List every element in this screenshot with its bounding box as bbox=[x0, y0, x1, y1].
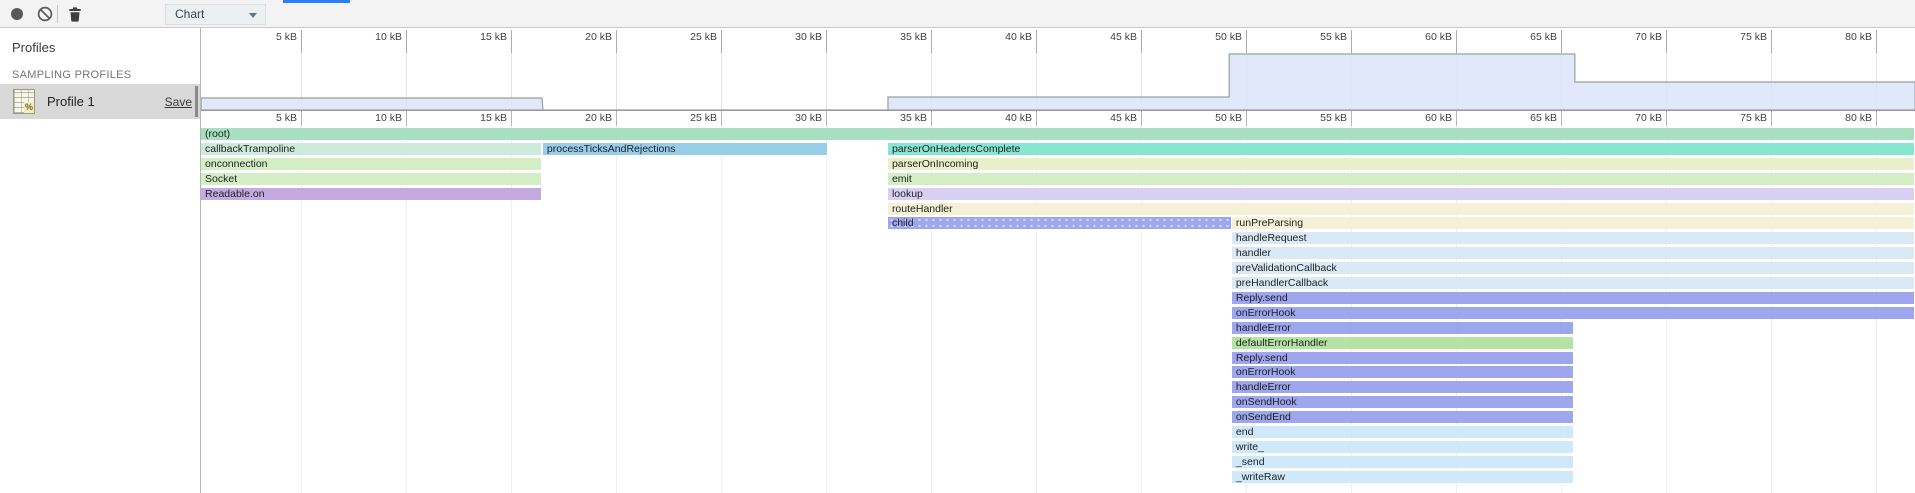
toolbar: Chart bbox=[0, 0, 1915, 28]
ruler2-tick-line bbox=[1666, 110, 1667, 126]
flame-frame-prehandlercallback[interactable]: preHandlerCallback bbox=[1232, 277, 1914, 289]
flame-chart-pane: 5 kB5 kB10 kB10 kB15 kB15 kB20 kB20 kB25… bbox=[0, 0, 1915, 493]
ruler2-tick-line bbox=[1771, 110, 1772, 126]
flame-frame-emit[interactable]: emit bbox=[888, 173, 1914, 185]
ruler2-tick-label: 10 kB bbox=[324, 112, 402, 125]
save-link[interactable]: Save bbox=[165, 95, 192, 109]
ruler2-tick-label: 60 kB bbox=[1374, 112, 1452, 125]
block-icon bbox=[36, 5, 54, 23]
profiles-heading: Profiles bbox=[12, 40, 55, 55]
flame-frame-write[interactable]: write_ bbox=[1232, 441, 1573, 453]
flame-frame-socket[interactable]: Socket bbox=[201, 173, 541, 185]
ruler2-tick-line bbox=[826, 110, 827, 126]
ruler2-tick-line bbox=[616, 110, 617, 126]
sidebar: Profiles SAMPLING PROFILES % Profile 1 S… bbox=[0, 28, 201, 493]
flame-frame-onsendend[interactable]: onSendEnd bbox=[1232, 411, 1573, 423]
ruler2-tick-label: 25 kB bbox=[639, 112, 717, 125]
ruler2-tick-label: 35 kB bbox=[849, 112, 927, 125]
ruler2-tick-line bbox=[301, 110, 302, 126]
delete-profile-button[interactable] bbox=[64, 3, 86, 25]
ruler2-tick-label: 70 kB bbox=[1584, 112, 1662, 125]
flame-frame-writeraw[interactable]: _writeRaw bbox=[1232, 471, 1573, 483]
flame-frame-send[interactable]: _send bbox=[1232, 456, 1573, 468]
ruler2-tick-line bbox=[1246, 110, 1247, 126]
ruler2-tick-line bbox=[406, 110, 407, 126]
ruler2-tick-line bbox=[1561, 110, 1562, 126]
overview-range-selector[interactable] bbox=[201, 28, 1915, 110]
ruler2-tick-label: 75 kB bbox=[1689, 112, 1767, 125]
trash-icon bbox=[66, 5, 84, 23]
ruler2-tick-label: 50 kB bbox=[1164, 112, 1242, 125]
flame-frame-handlerequest[interactable]: handleRequest bbox=[1232, 232, 1914, 244]
overview-bottom-border bbox=[201, 110, 1915, 111]
flame-frame-readable-on[interactable]: Readable.on bbox=[201, 188, 541, 200]
sampling-profiles-section-label: SAMPLING PROFILES bbox=[12, 69, 131, 81]
flame-frame-end[interactable]: end bbox=[1232, 426, 1573, 438]
ruler2-tick-line bbox=[1141, 110, 1142, 126]
sidebar-item-profile-1[interactable]: % Profile 1 Save bbox=[0, 84, 200, 119]
flame-gridline bbox=[721, 126, 722, 493]
record-button[interactable] bbox=[6, 3, 28, 25]
ruler2-tick-line bbox=[1876, 110, 1877, 126]
ruler2-tick-line bbox=[511, 110, 512, 126]
ruler2-tick-line bbox=[1036, 110, 1037, 126]
flame-frame-root[interactable]: (root) bbox=[201, 128, 1914, 140]
flame-frame-reply-send[interactable]: Reply.send bbox=[1232, 352, 1573, 364]
flame-gridline bbox=[616, 126, 617, 493]
chart-view-select[interactable]: Chart bbox=[165, 4, 266, 25]
ruler2-tick-line bbox=[1351, 110, 1352, 126]
flame-frame-onsendhook[interactable]: onSendHook bbox=[1232, 396, 1573, 408]
toolbar-separator bbox=[57, 5, 58, 23]
flame-frame-routehandler[interactable]: routeHandler bbox=[888, 203, 1914, 215]
vertical-scrollbar-thumb[interactable] bbox=[195, 86, 198, 117]
active-tab-indicator bbox=[283, 0, 350, 3]
ruler2-tick-line bbox=[1456, 110, 1457, 126]
flame-gridline bbox=[826, 126, 827, 493]
flame-frame-onerrorhook[interactable]: onErrorHook bbox=[1232, 366, 1573, 378]
flame-frame-defaulterrorhandler[interactable]: defaultErrorHandler bbox=[1232, 337, 1573, 349]
chevron-down-icon bbox=[249, 13, 257, 18]
flame-frame-reply-send[interactable]: Reply.send bbox=[1232, 292, 1914, 304]
flame-frame-lookup[interactable]: lookup bbox=[888, 188, 1914, 200]
ruler2-tick-line bbox=[931, 110, 932, 126]
ruler2-tick-label: 20 kB bbox=[534, 112, 612, 125]
flame-frame-onconnection[interactable]: onconnection bbox=[201, 158, 541, 170]
flame-frame-processticksandrejections[interactable]: processTicksAndRejections bbox=[543, 143, 827, 155]
flame-frame-parseronheaderscomplete[interactable]: parserOnHeadersComplete bbox=[888, 143, 1914, 155]
ruler2-tick-label: 5 kB bbox=[219, 112, 297, 125]
percent-glyph: % bbox=[24, 102, 34, 113]
chart-view-select-value: Chart bbox=[175, 7, 204, 21]
flame-frame-child[interactable]: child bbox=[888, 217, 1231, 229]
profiler-window: 5 kB5 kB10 kB10 kB15 kB15 kB20 kB20 kB25… bbox=[0, 0, 1915, 493]
flame-frame-handleerror[interactable]: handleError bbox=[1232, 322, 1573, 334]
ruler2-tick-label: 40 kB bbox=[954, 112, 1032, 125]
ruler2-tick-label: 65 kB bbox=[1479, 112, 1557, 125]
flame-frame-runpreparsing[interactable]: runPreParsing bbox=[1232, 217, 1914, 229]
clear-button[interactable] bbox=[34, 3, 56, 25]
flame-frame-callbacktrampoline[interactable]: callbackTrampoline bbox=[201, 143, 541, 155]
ruler2-tick-label: 80 kB bbox=[1794, 112, 1872, 125]
record-icon bbox=[8, 5, 26, 23]
ruler2-tick-label: 15 kB bbox=[429, 112, 507, 125]
ruler2-tick-label: 55 kB bbox=[1269, 112, 1347, 125]
flame-frame-onerrorhook[interactable]: onErrorHook bbox=[1232, 307, 1914, 319]
profile-name: Profile 1 bbox=[47, 94, 95, 109]
flame-frame-handler[interactable]: handler bbox=[1232, 247, 1914, 259]
ruler2-tick-label: 30 kB bbox=[744, 112, 822, 125]
heap-profile-icon: % bbox=[13, 89, 35, 114]
flame-frame-handleerror[interactable]: handleError bbox=[1232, 381, 1573, 393]
ruler2-tick-label: 45 kB bbox=[1059, 112, 1137, 125]
ruler2-tick-line bbox=[721, 110, 722, 126]
flame-frame-prevalidationcallback[interactable]: preValidationCallback bbox=[1232, 262, 1914, 274]
flame-frame-parseronincoming[interactable]: parserOnIncoming bbox=[888, 158, 1914, 170]
